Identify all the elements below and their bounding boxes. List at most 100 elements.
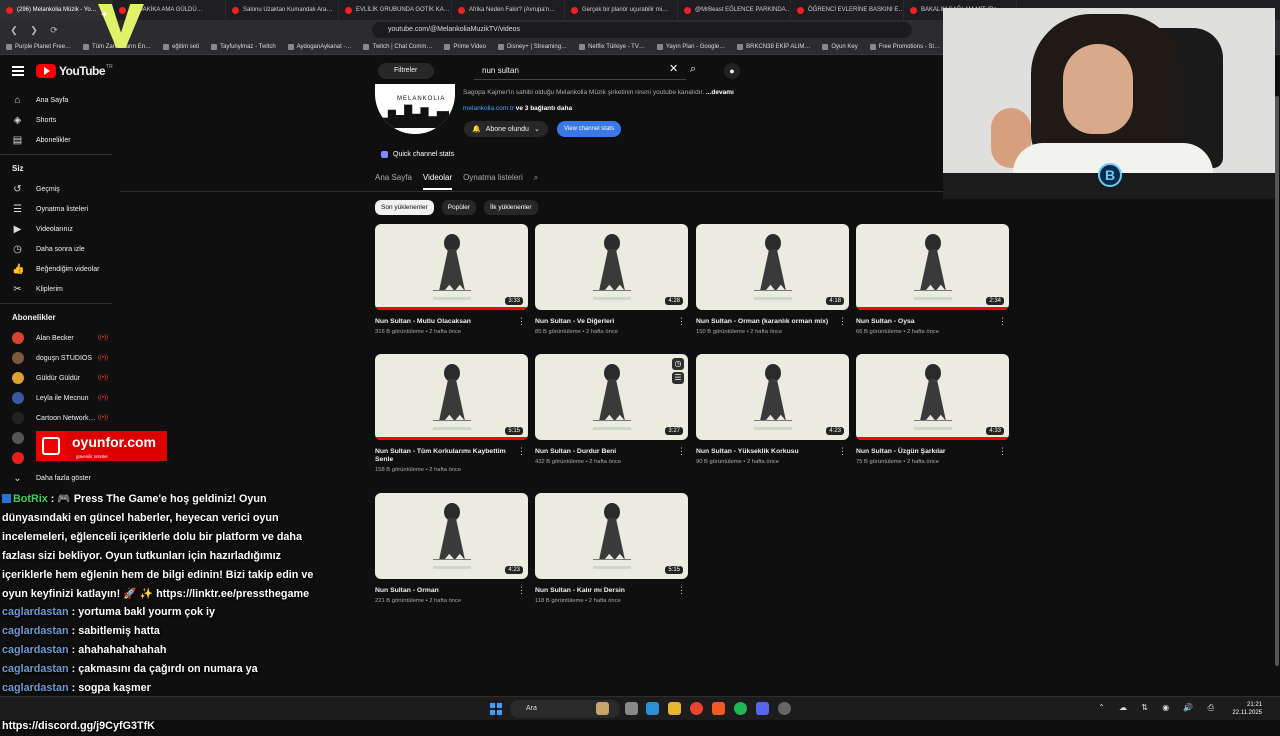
bookmark-item[interactable]: Oyun Key	[816, 44, 863, 50]
video-title[interactable]: Nun Sultan - Mutlu Olacaksan	[375, 318, 510, 326]
watch-later-icon[interactable]: ◷	[672, 358, 684, 370]
windows-start-icon[interactable]	[490, 703, 502, 715]
chip-latest[interactable]: Son yüklenenler	[375, 200, 434, 215]
video-thumbnail[interactable]: 4:23	[375, 493, 528, 579]
settings-icon[interactable]	[778, 702, 791, 715]
taskbar-clock[interactable]: 21:21 22.11.2025	[1232, 701, 1262, 717]
more-options-icon[interactable]: ⋮	[677, 446, 686, 457]
video-card[interactable]: 4:33 Nun Sultan - Üzgün Şarkılar 75 B görü…	[856, 354, 1009, 465]
channel-avatar[interactable]: MELANKOLIA	[375, 84, 455, 134]
widgets-icon[interactable]	[596, 702, 609, 715]
video-card[interactable]: 4:18 Nun Sultan - Orman (karanlık orman m…	[696, 224, 849, 335]
filters-button[interactable]: Filtreler	[378, 63, 434, 79]
sidebar-subscription[interactable]: Güldür Güldür ((•))	[0, 368, 120, 388]
video-card[interactable]: 2:34 Nun Sultan - Oysa 66 B görüntüleme • …	[856, 224, 1009, 335]
system-tray-icons[interactable]: ⌃ ☁ ⇅ ◉ 🔊 ⎙	[1098, 703, 1220, 713]
sidebar-item[interactable]: ↺ Geçmiş	[0, 179, 120, 199]
sidebar-subscriptions-header[interactable]: Abonelikler	[0, 308, 120, 328]
video-card[interactable]: 3:27 ◷ ☰ Nun Sultan - Durdur Beni 432 B görü…	[535, 354, 688, 465]
browser-tab[interactable]: EVLİLİK GRUBUNDA GOTİK KA…	[339, 0, 452, 20]
video-thumbnail[interactable]: 2:34	[856, 224, 1009, 310]
bookmark-item[interactable]: Disney+ | Streaming…	[492, 44, 573, 50]
bookmark-item[interactable]: BRKCN38 EKİP ALIM…	[731, 44, 816, 50]
video-title[interactable]: Nun Sultan - Tüm Korkularımı Kaybettim S…	[375, 448, 510, 464]
tab-home[interactable]: Ana Sayfa	[375, 173, 412, 190]
bookmark-item[interactable]: Prime Video	[438, 44, 492, 50]
sidebar-item[interactable]: ⌂ Ana Sayfa	[0, 90, 120, 110]
view-channel-stats-button[interactable]: View channel stats	[557, 121, 621, 137]
more-options-icon[interactable]: ⋮	[998, 316, 1007, 327]
sidebar-item[interactable]: ◷ Daha sonra izle	[0, 239, 120, 259]
browser-tab[interactable]: ÖĞRENCİ EVLERİNE BASKINI E…	[791, 0, 904, 20]
video-card[interactable]: 4:23 Nun Sultan - Yükseklik Korkusu 90 B g…	[696, 354, 849, 465]
video-title[interactable]: Nun Sultan - Yükseklik Korkusu	[696, 448, 831, 456]
more-options-icon[interactable]: ⋮	[517, 585, 526, 596]
more-options-icon[interactable]: ⋮	[677, 316, 686, 327]
video-thumbnail[interactable]: 4:18	[696, 224, 849, 310]
sidebar-item[interactable]: ☰ Oynatma listeleri	[0, 199, 120, 219]
browser-tab[interactable]: Afrika Neden Fakir? (Avrupa'n…	[452, 0, 565, 20]
video-title[interactable]: Nun Sultan - Durdur Beni	[535, 448, 670, 456]
clear-search-icon[interactable]: ✕	[669, 62, 678, 75]
more-options-icon[interactable]: ⋮	[838, 446, 847, 457]
video-thumbnail[interactable]: 3:27 ◷ ☰	[535, 354, 688, 440]
sidebar-subscription[interactable]: Cartoon Network… ((•))	[0, 408, 120, 428]
bookmark-item[interactable]: Twitch | Chat Comm…	[357, 44, 438, 50]
video-title[interactable]: Nun Sultan - Orman (karanlık orman mix)	[696, 318, 831, 326]
bookmark-item[interactable]: eğitim seti	[157, 44, 205, 50]
sidebar-subscription[interactable]: Leyla ile Mecnun ((•))	[0, 388, 120, 408]
microphone-icon[interactable]: ●	[724, 63, 740, 79]
brave-icon[interactable]	[712, 702, 725, 715]
add-to-queue-icon[interactable]: ☰	[672, 372, 684, 384]
more-options-icon[interactable]: ⋮	[517, 316, 526, 327]
chip-oldest[interactable]: İlk yüklenenler	[484, 200, 538, 215]
video-thumbnail[interactable]: 3:33	[375, 224, 528, 310]
sidebar-item[interactable]: ▶ Videolarınız	[0, 219, 120, 239]
browser-tab[interactable]: (296) Melankolia Müzik - Yo…	[0, 0, 113, 20]
url-field[interactable]: youtube.com/@MelankoliaMuzikTV/videos	[372, 22, 912, 38]
browser-tab[interactable]: Salonu Uzaktan Kumandalı Ara…	[226, 0, 339, 20]
search-icon[interactable]: ⌕	[690, 63, 696, 76]
spotify-icon[interactable]	[734, 702, 747, 715]
bookmark-item[interactable]: Purple Planet Free…	[0, 44, 77, 50]
bookmark-item[interactable]: Netflix Türkiye - TV…	[573, 44, 651, 50]
video-card[interactable]: 4:23 Nun Sultan - Orman 221 B görüntüleme …	[375, 493, 528, 604]
channel-links[interactable]: melankolia.com.tr ve 3 bağlantı daha	[463, 105, 572, 112]
video-thumbnail[interactable]: 5:15	[375, 354, 528, 440]
more-options-icon[interactable]: ⋮	[998, 446, 1007, 457]
video-thumbnail[interactable]: 5:15	[535, 493, 688, 579]
sidebar-item[interactable]: ▤ Abonelikler	[0, 130, 120, 150]
search-input[interactable]: nun sultan	[474, 62, 686, 80]
youtube-logo[interactable]: YouTube TR	[12, 64, 113, 78]
sidebar-subscription[interactable]: doguşn STUDIOS ((•))	[0, 348, 120, 368]
channel-search-icon[interactable]: ⌕	[534, 173, 538, 190]
video-title[interactable]: Nun Sultan - Kalır mı Dersin	[535, 587, 670, 595]
bookmark-item[interactable]: Yayın Plan - Google…	[651, 44, 731, 50]
back-icon[interactable]: ❮	[8, 24, 20, 36]
video-card[interactable]: 3:33 Nun Sultan - Mutlu Olacaksan 316 B gö…	[375, 224, 528, 335]
sidebar-subscription[interactable]: Alan Becker ((•))	[0, 328, 120, 348]
sidebar-you-header[interactable]: Siz	[0, 159, 120, 179]
file-explorer-icon[interactable]	[625, 702, 638, 715]
more-options-icon[interactable]: ⋮	[838, 316, 847, 327]
video-title[interactable]: Nun Sultan - Oysa	[856, 318, 991, 326]
reload-icon[interactable]: ⟳	[48, 24, 60, 36]
discord-icon[interactable]	[756, 702, 769, 715]
browser-tab[interactable]: Gerçek bir planör uçurabilir mi…	[565, 0, 678, 20]
browser-tab[interactable]: @MrBeast EĞLENCE PARKINDA…	[678, 0, 791, 20]
quick-channel-stats[interactable]: Quick channel stats	[381, 151, 454, 158]
sidebar-item[interactable]: ✂ Kliplerim	[0, 279, 120, 299]
scrollbar-thumb[interactable]	[1275, 96, 1279, 666]
bookmark-item[interactable]: Free Promotions - St…	[864, 44, 946, 50]
bookmark-item[interactable]: Tayfunylmaz - Twitch	[205, 44, 282, 50]
video-title[interactable]: Nun Sultan - Orman	[375, 587, 510, 595]
menu-icon[interactable]	[12, 66, 24, 76]
channel-description[interactable]: Sagopa Kajmer'in sahibi olduğu Melankoli…	[463, 89, 734, 96]
show-more-button[interactable]: ⌄ Daha fazla göster	[0, 468, 120, 488]
video-thumbnail[interactable]: 4:23	[696, 354, 849, 440]
video-title[interactable]: Nun Sultan - Ve Diğerleri	[535, 318, 670, 326]
video-thumbnail[interactable]: 4:28	[535, 224, 688, 310]
forward-icon[interactable]: ❯	[28, 24, 40, 36]
sidebar-item[interactable]: 👍 Beğendiğim videolar	[0, 259, 120, 279]
video-card[interactable]: 4:28 Nun Sultan - Ve Diğerleri 85 B görünt…	[535, 224, 688, 335]
